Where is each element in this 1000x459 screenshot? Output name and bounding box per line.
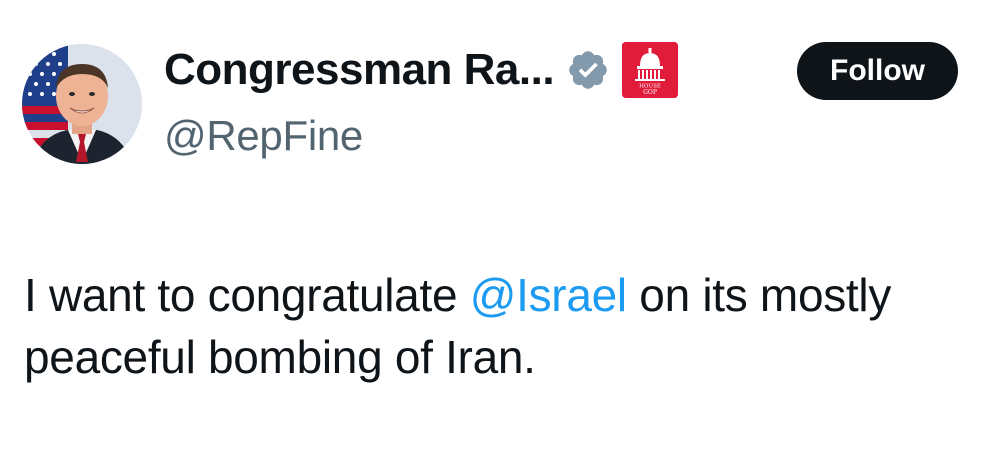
tweet-text-start: I want to congratulate xyxy=(24,269,470,321)
avatar[interactable] xyxy=(22,44,142,164)
house-gop-logo[interactable]: HOUSE GOP xyxy=(622,42,679,98)
capitol-dome-icon: HOUSE GOP xyxy=(622,42,679,98)
author-display-name[interactable]: Congressman Ra... xyxy=(164,45,555,95)
author-handle[interactable]: @RepFine xyxy=(164,112,363,160)
author-name-row: Congressman Ra... HOUSE GOP xyxy=(164,40,679,100)
follow-button[interactable]: Follow xyxy=(797,42,958,100)
verified-badge-icon[interactable] xyxy=(566,48,610,92)
mention-link[interactable]: @Israel xyxy=(470,269,627,321)
profile-photo xyxy=(22,44,142,164)
tweet-text: I want to congratulate @Israel on its mo… xyxy=(24,264,964,388)
tweet-card: Congressman Ra... HOUSE GOP @RepFine Fol… xyxy=(0,0,1000,459)
affiliate-line2: GOP xyxy=(643,89,657,96)
